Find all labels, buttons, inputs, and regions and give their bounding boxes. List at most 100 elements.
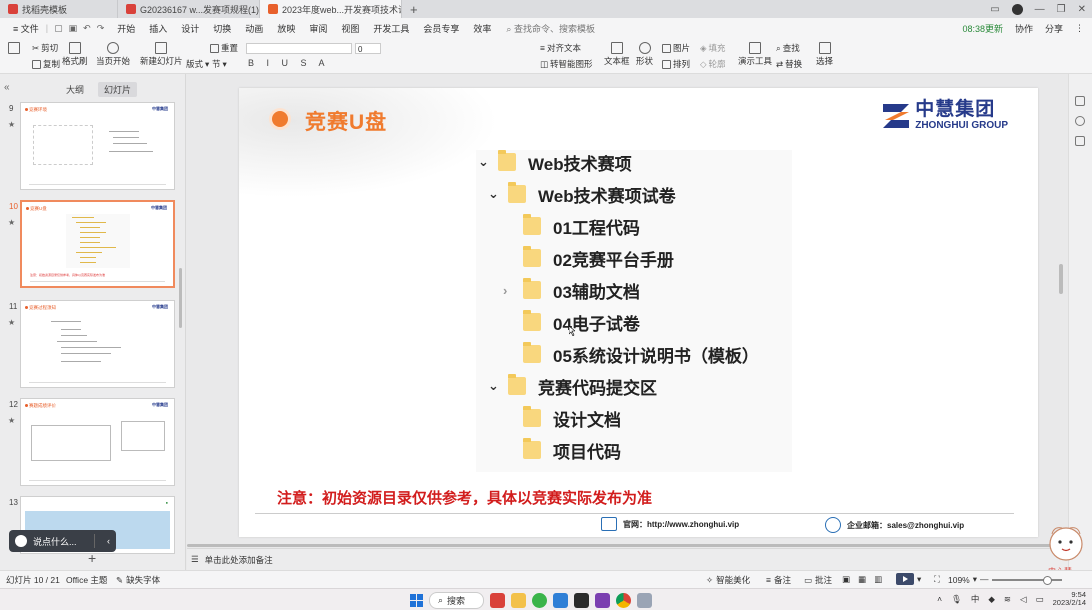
maximize-icon[interactable]: ❐ — [1057, 4, 1066, 15]
avatar[interactable] — [1011, 3, 1023, 15]
sorter-view-icon[interactable]: ▦ — [858, 574, 866, 585]
tree-row[interactable]: › 03辅助文档 — [503, 278, 640, 302]
taskbar-search[interactable]: ⌕ 搜索 — [429, 592, 485, 609]
chevron-up-icon[interactable]: ˄ — [937, 594, 942, 604]
presentation-tools-button[interactable]: 演示工具 — [738, 42, 772, 67]
menu-member[interactable]: 会员专享 — [416, 22, 466, 35]
menu-slideshow[interactable]: 放映 — [270, 22, 302, 35]
more-icon[interactable]: ⋮ — [1075, 23, 1084, 34]
slide-thumbnail[interactable]: 竞赛环境 中慧集团 — [20, 102, 175, 190]
app-icon[interactable] — [637, 593, 653, 608]
chevron-left-icon[interactable]: ‹ — [101, 536, 116, 546]
tree-row[interactable]: ⌄ 竞赛代码提交区 — [488, 374, 657, 398]
tree-row[interactable]: 05系统设计说明书（模板） — [503, 342, 759, 366]
comments-toggle[interactable]: ▭ 批注 — [804, 574, 832, 586]
menu-design[interactable]: 设计 — [174, 22, 206, 35]
tree-row[interactable]: 项目代码 — [503, 438, 621, 462]
reading-view-icon[interactable]: ▥ — [874, 574, 882, 585]
emoji-icon[interactable] — [15, 535, 27, 547]
tree-row[interactable]: ⌄ Web技术赛项 — [478, 150, 632, 174]
menu-devtools[interactable]: 开发工具 — [366, 22, 416, 35]
reset-button[interactable]: 重置 — [210, 42, 238, 54]
wechat-icon[interactable] — [532, 593, 548, 608]
format-buttons[interactable]: B I U S A — [248, 58, 330, 68]
photos-icon[interactable] — [553, 593, 569, 608]
app-icon[interactable] — [595, 593, 611, 608]
save-icon[interactable]: ▣ — [69, 23, 78, 34]
notes-bar[interactable]: ☰ 单击此处添加备注 — [187, 548, 1068, 570]
ime-indicator[interactable]: 中 — [971, 593, 980, 605]
tree-row[interactable]: 01工程代码 — [503, 214, 640, 238]
tree-row[interactable]: ⌄ Web技术赛项试卷 — [488, 182, 676, 206]
tree-row[interactable]: 02竞赛平台手册 — [503, 246, 674, 270]
format-painter-button[interactable]: 格式刷 — [62, 42, 88, 67]
app-tray-icon[interactable]: ◆ — [988, 594, 995, 605]
fill-button[interactable]: ◈ 填充 — [700, 42, 726, 54]
terminal-icon[interactable] — [574, 593, 590, 608]
chevron-down-icon[interactable]: ⌄ — [478, 154, 498, 170]
replace-button[interactable]: ⇄ 替换 — [776, 58, 802, 70]
outline-button[interactable]: ◇ 轮廓 — [700, 58, 726, 70]
location-icon[interactable] — [1075, 116, 1085, 126]
slide-thumbnail[interactable]: 赛题成绩评价 中慧集团 — [20, 398, 175, 486]
collapse-panel-button[interactable]: « — [4, 82, 10, 93]
menu-view[interactable]: 视图 — [334, 22, 366, 35]
tab-slides[interactable]: 幻灯片 — [98, 82, 138, 97]
share-button[interactable]: 分享 — [1045, 22, 1063, 35]
paste-button[interactable] — [8, 42, 20, 54]
font-size-select[interactable]: 0 — [355, 43, 381, 54]
chrome-icon[interactable] — [616, 593, 632, 608]
zoom-level[interactable]: 109% ▾ — [948, 574, 977, 585]
chevron-down-icon[interactable]: ⌄ — [488, 378, 508, 394]
fit-button[interactable]: ⛶ — [934, 574, 940, 585]
smartart-button[interactable]: ◫ 转智能图形 — [540, 58, 593, 70]
missing-font-button[interactable]: ✎ 缺失字体 — [116, 574, 160, 586]
scroll-thumb[interactable] — [187, 544, 1068, 547]
tab-pdf[interactable]: G20236167 w...发赛项规程(1).pdf — [118, 0, 260, 18]
picture-button[interactable]: 图片 — [662, 42, 690, 54]
slide-title[interactable]: 竞赛U盘 — [305, 106, 387, 136]
slide-canvas[interactable]: 竞赛U盘 中慧集团 ZHONGHUI GROUP ⌄ Web技术赛项 ⌄ Web… — [239, 88, 1038, 537]
speaker-icon[interactable]: ◁ — [1020, 594, 1027, 605]
normal-view-icon[interactable]: ▣ — [842, 574, 850, 585]
file-explorer-icon[interactable] — [511, 593, 527, 608]
close-window-icon[interactable]: ✕ — [1078, 4, 1086, 15]
redo-icon[interactable]: ↷ — [97, 23, 105, 34]
menu-insert[interactable]: 插入 — [142, 22, 174, 35]
menu-review[interactable]: 审阅 — [302, 22, 334, 35]
menu-file[interactable]: ≡ 文件 — [6, 22, 46, 35]
tab-template[interactable]: 找稻壳模板 — [0, 0, 118, 18]
windows-start-icon[interactable] — [410, 594, 423, 607]
slide-thumbnail-selected[interactable]: 竞赛U盘 中慧集团 注意：初始资源目录仅供参考，具体以竞赛实际发布为准 — [20, 200, 175, 288]
slideshow-button[interactable]: ▾ — [896, 573, 921, 585]
menu-efficiency[interactable]: 效率 — [466, 22, 498, 35]
font-family-select[interactable] — [246, 43, 352, 54]
battery-icon[interactable]: ▭ — [1036, 594, 1044, 605]
chevron-right-icon[interactable]: › — [503, 283, 523, 298]
find-button[interactable]: ⌕ 查找 — [776, 42, 800, 54]
smart-beautify-button[interactable]: ✧ 智能美化 — [706, 574, 750, 586]
cut-button[interactable]: ✂ 剪切 — [32, 42, 58, 54]
select-button[interactable]: 选择 — [816, 42, 833, 67]
folder-icon[interactable]: ▢ — [54, 23, 63, 34]
theme-name[interactable]: Office 主题 — [66, 574, 107, 586]
vertical-scrollbar[interactable] — [1058, 94, 1064, 544]
menu-transition[interactable]: 切换 — [206, 22, 238, 35]
notes-toggle[interactable]: ≡ 备注 — [766, 574, 791, 586]
folder-tree[interactable]: ⌄ Web技术赛项 ⌄ Web技术赛项试卷 01工程代码 02竞赛平台手册 › — [476, 150, 792, 472]
tree-row[interactable]: 设计文档 — [503, 406, 621, 430]
zoom-slider[interactable] — [992, 576, 1062, 585]
layout-button[interactable]: 版式 ▾ — [186, 58, 209, 70]
menu-animation[interactable]: 动画 — [238, 22, 270, 35]
textbox-button[interactable]: 文本框 — [604, 42, 630, 67]
chevron-down-icon[interactable]: ⌄ — [488, 186, 508, 202]
add-slide-button[interactable]: + — [88, 550, 96, 566]
align-text-button[interactable]: ≡ 对齐文本 — [540, 42, 581, 54]
menu-start[interactable]: 开始 — [110, 22, 142, 35]
copy-button[interactable]: 复制 — [32, 58, 60, 70]
new-slide-button[interactable]: 新建幻灯片 — [140, 42, 183, 67]
arrange-button[interactable]: 排列 — [662, 58, 690, 70]
sync-status[interactable]: 08:38更新 — [962, 22, 1003, 35]
section-button[interactable]: 节 ▾ — [212, 58, 227, 70]
tab-presentation[interactable]: 2023年度web...开发赛项技术说明会 ✕ — [260, 0, 402, 18]
